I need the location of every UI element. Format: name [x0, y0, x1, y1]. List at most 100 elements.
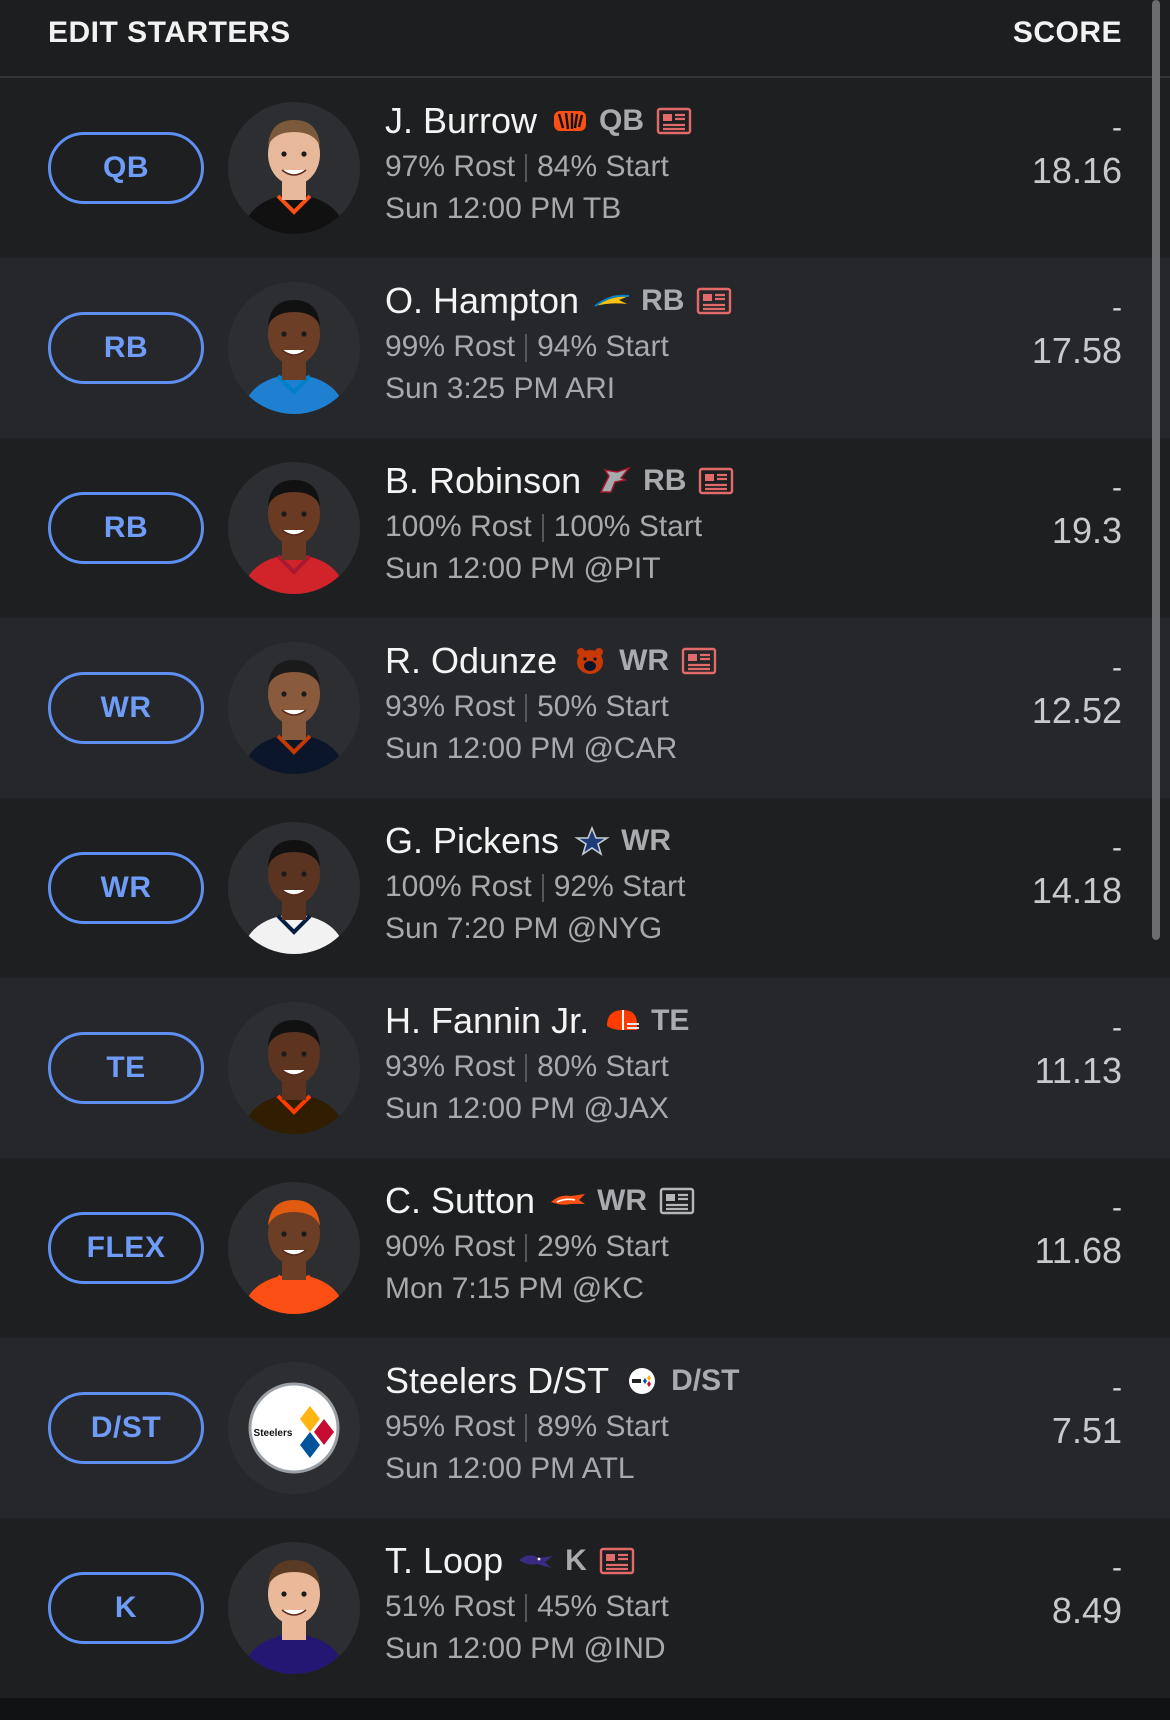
svg-text:Steelers: Steelers [254, 1428, 293, 1439]
lineup-slot-rb-button[interactable]: RB [48, 312, 204, 384]
rostered-percent: 90% Rost [385, 1230, 516, 1263]
player-info: B. Robinson RB 100% Rost 100% Start Sun 1… [385, 456, 1025, 590]
scrollbar[interactable] [1152, 0, 1160, 940]
team-logo-avatar[interactable]: Steelers [228, 1362, 360, 1494]
bottom-edge [0, 1698, 1170, 1720]
divider [525, 694, 528, 723]
player-row-4[interactable]: WR R. Odunze WR 93% Rost 50% Start Sun 12… [0, 618, 1170, 798]
projected-score: 18.16 [1031, 150, 1122, 191]
cowboys-star-icon [573, 826, 611, 856]
player-headshot-avatar[interactable] [228, 1182, 360, 1314]
player-info: H. Fannin Jr. TE 93% Rost 80% Start Sun 1… [385, 996, 1025, 1130]
player-headshot-avatar[interactable] [228, 1002, 360, 1134]
ownership-stats: 90% Rost 29% Start [385, 1226, 1025, 1268]
ownership-stats: 100% Rost 100% Start [385, 506, 1025, 548]
started-percent: 89% Start [537, 1410, 669, 1443]
projected-score: 17.58 [1031, 330, 1122, 371]
player-row-8[interactable]: D/ST Steelers Steelers D/ST D/ST 95% Ros… [0, 1338, 1170, 1518]
player-name[interactable]: G. Pickens [385, 820, 559, 862]
actual-score: - [1112, 1551, 1122, 1584]
news-icon[interactable] [696, 286, 732, 316]
player-name[interactable]: R. Odunze [385, 640, 557, 682]
lineup-slot-wr-button[interactable]: WR [48, 672, 204, 744]
news-icon[interactable] [599, 1546, 635, 1576]
ownership-stats: 93% Rost 80% Start [385, 1046, 1025, 1088]
position-label: K [565, 1544, 587, 1577]
news-icon[interactable] [681, 646, 717, 676]
ownership-stats: 99% Rost 94% Start [385, 326, 1025, 368]
started-percent: 92% Start [553, 870, 686, 903]
player-headshot-avatar[interactable] [228, 282, 360, 414]
player-row-9[interactable]: K T. Loop K 51% Rost 45% Start Sun 12:00 … [0, 1518, 1170, 1698]
game-time: Mon 7:15 PM @KC [385, 1272, 644, 1305]
ownership-stats: 51% Rost 45% Start [385, 1586, 1025, 1628]
position-label: RB [643, 464, 687, 497]
player-headshot-avatar[interactable] [228, 102, 360, 234]
ownership-stats: 93% Rost 50% Start [385, 686, 1025, 728]
player-row-2[interactable]: RB O. Hampton RB 99% Rost 94% Start Sun 3… [0, 258, 1170, 438]
divider [541, 514, 544, 543]
game-time: Sun 12:00 PM @IND [385, 1632, 666, 1665]
lineup-slot-wr-button[interactable]: WR [48, 852, 204, 924]
started-percent: 50% Start [537, 690, 669, 723]
score-cell: - 7.51 [1052, 1368, 1122, 1454]
player-name[interactable]: J. Burrow [385, 100, 537, 142]
player-headshot-avatar[interactable] [228, 462, 360, 594]
header: EDIT STARTERS SCORE [0, 0, 1170, 78]
player-name[interactable]: Steelers D/ST [385, 1360, 609, 1402]
game-time: Sun 3:25 PM ARI [385, 372, 616, 405]
chargers-bolt-icon [593, 286, 631, 316]
news-icon[interactable] [659, 1186, 695, 1216]
player-headshot-avatar[interactable] [228, 822, 360, 954]
bears-logo-icon [571, 646, 609, 676]
lineup-slot-dst-button[interactable]: D/ST [48, 1392, 204, 1464]
player-info: T. Loop K 51% Rost 45% Start Sun 12:00 PM… [385, 1536, 1025, 1670]
player-name[interactable]: H. Fannin Jr. [385, 1000, 589, 1042]
game-time: Sun 12:00 PM @CAR [385, 732, 678, 765]
lineup-slot-flex-button[interactable]: FLEX [48, 1212, 204, 1284]
score-cell: - 8.49 [1052, 1548, 1122, 1634]
projected-score: 12.52 [1031, 690, 1122, 731]
divider [525, 1594, 528, 1623]
player-info: R. Odunze WR 93% Rost 50% Start Sun 12:00… [385, 636, 1025, 770]
projected-score: 11.13 [1034, 1050, 1122, 1091]
score-cell: - 11.68 [1035, 1188, 1122, 1274]
player-name[interactable]: C. Sutton [385, 1180, 535, 1222]
player-row-5[interactable]: WR G. Pickens WR 100% Rost 92% Start Sun … [0, 798, 1170, 978]
divider [525, 1414, 528, 1443]
divider [525, 334, 528, 363]
player-name[interactable]: T. Loop [385, 1540, 503, 1582]
player-row-1[interactable]: QB J. Burrow QB 97% Rost 84% Start Sun 12… [0, 78, 1170, 258]
player-row-6[interactable]: TE H. Fannin Jr. TE 93% Rost 80% Start Su… [0, 978, 1170, 1158]
lineup-slot-k-button[interactable]: K [48, 1572, 204, 1644]
news-icon[interactable] [698, 466, 734, 496]
ownership-stats: 95% Rost 89% Start [385, 1406, 1025, 1448]
started-percent: 100% Start [553, 510, 703, 543]
position-label: QB [599, 104, 645, 137]
rostered-percent: 95% Rost [385, 1410, 516, 1443]
news-icon[interactable] [656, 106, 692, 136]
ownership-stats: 97% Rost 84% Start [385, 146, 1025, 188]
player-row-7[interactable]: FLEX C. Sutton WR 90% Rost 29% Start Mon … [0, 1158, 1170, 1338]
lineup-slot-te-button[interactable]: TE [48, 1032, 204, 1104]
game-time: Sun 12:00 PM @PIT [385, 552, 661, 585]
player-name[interactable]: O. Hampton [385, 280, 579, 322]
rostered-percent: 100% Rost [385, 510, 532, 543]
rostered-percent: 100% Rost [385, 870, 532, 903]
projected-score: 11.68 [1034, 1230, 1122, 1271]
falcons-logo-icon [595, 466, 633, 496]
started-percent: 94% Start [537, 330, 669, 363]
player-row-3[interactable]: RB B. Robinson RB 100% Rost 100% Start Su… [0, 438, 1170, 618]
player-name[interactable]: B. Robinson [385, 460, 581, 502]
actual-score: - [1112, 1011, 1122, 1044]
player-headshot-avatar[interactable] [228, 642, 360, 774]
position-label: WR [619, 644, 670, 677]
game-time: Sun 12:00 PM @JAX [385, 1092, 669, 1125]
lineup-slot-qb-button[interactable]: QB [48, 132, 204, 204]
started-percent: 84% Start [537, 150, 669, 183]
projected-score: 14.18 [1031, 870, 1122, 911]
player-headshot-avatar[interactable] [228, 1542, 360, 1674]
started-percent: 29% Start [537, 1230, 669, 1263]
lineup-slot-rb-button[interactable]: RB [48, 492, 204, 564]
score-cell: - 14.18 [1032, 828, 1122, 914]
